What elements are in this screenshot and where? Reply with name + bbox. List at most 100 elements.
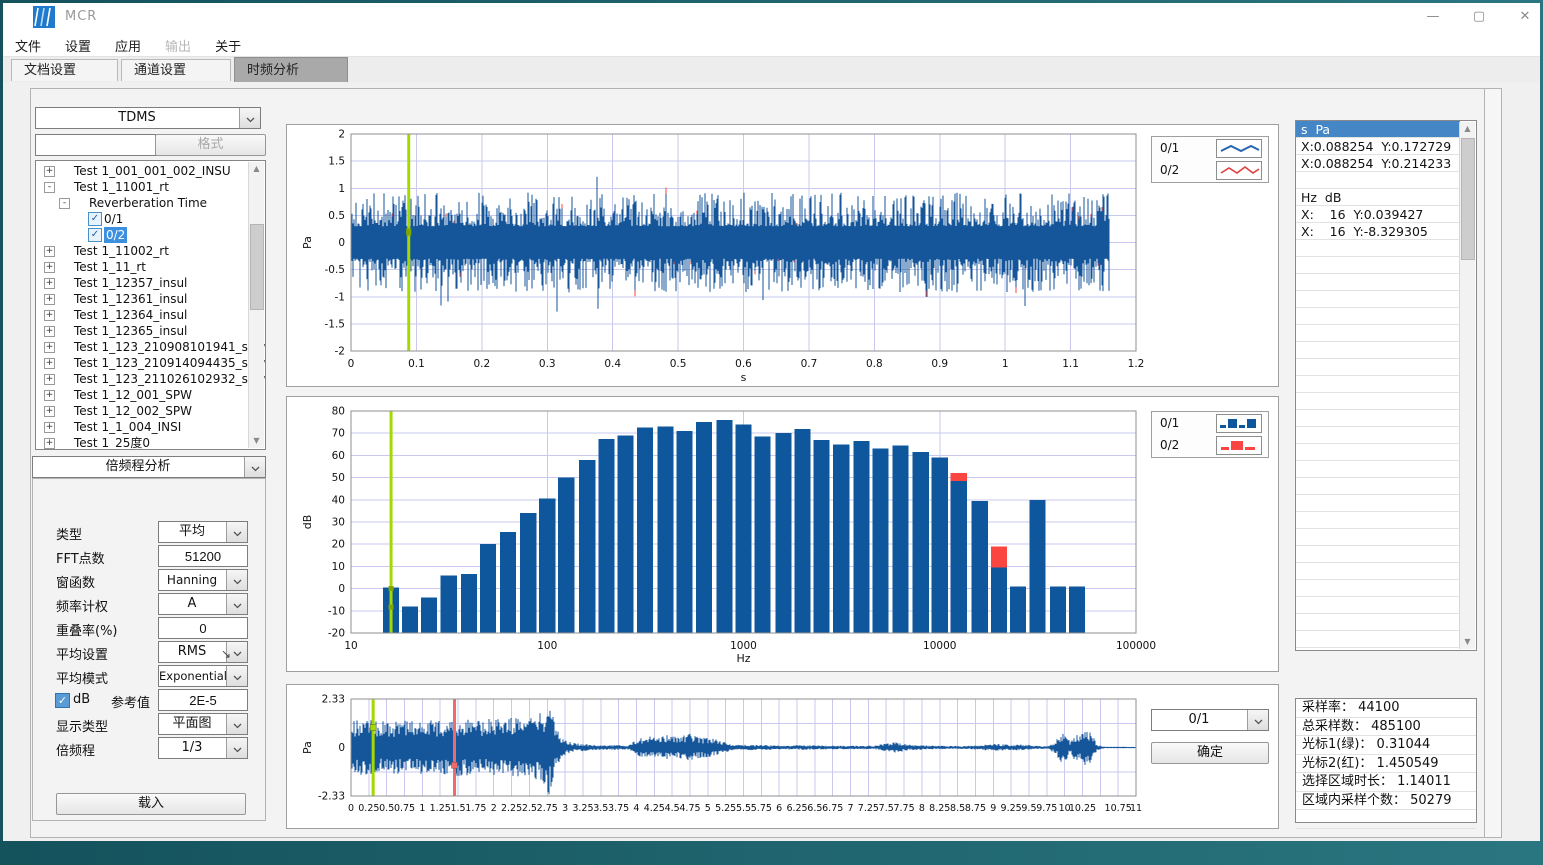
readout-row[interactable] (1296, 478, 1460, 495)
scroll-down-icon[interactable]: ▼ (1460, 635, 1475, 649)
load-button[interactable]: 载入 (56, 793, 246, 815)
expand-icon[interactable]: + (44, 358, 55, 369)
expand-icon[interactable]: + (44, 326, 55, 337)
maximize-button[interactable]: ▢ (1464, 7, 1494, 27)
expand-icon[interactable]: + (44, 278, 55, 289)
expand-icon[interactable]: + (44, 166, 55, 177)
window-fn-dropdown[interactable]: Hanning (158, 569, 248, 591)
line-series-icon[interactable] (1216, 139, 1262, 158)
expand-icon[interactable]: + (44, 406, 55, 417)
tree-item[interactable]: ✓0/2 (36, 227, 249, 243)
expand-icon[interactable]: + (44, 246, 55, 257)
format-button[interactable]: 格式 (155, 134, 266, 156)
readout-row[interactable] (1296, 529, 1460, 546)
readout-row[interactable] (1296, 376, 1460, 393)
collapse-icon[interactable]: - (59, 198, 70, 209)
readout-row[interactable] (1296, 257, 1460, 274)
tree-item[interactable]: +Test 1_123_210908101941_spw (36, 339, 249, 355)
readout-row[interactable] (1296, 393, 1460, 410)
menu-item-0[interactable]: 文件 (3, 34, 53, 57)
readout-row[interactable] (1296, 546, 1460, 563)
readout-row[interactable] (1296, 614, 1460, 631)
close-button[interactable]: ✕ (1510, 7, 1540, 27)
readout-row[interactable] (1296, 563, 1460, 580)
list-scrollbar[interactable]: ▲ ▼ (1459, 122, 1475, 649)
display-type-dropdown[interactable]: 平面图 (158, 713, 248, 735)
readout-row[interactable] (1296, 461, 1460, 478)
menu-item-1[interactable]: 设置 (53, 34, 103, 57)
tree-item[interactable]: +Test 1_25度0 (36, 435, 249, 450)
tree-item[interactable]: +Test 1_12357_insul (36, 275, 249, 291)
scroll-up-icon[interactable]: ▲ (1460, 122, 1475, 136)
tree-item[interactable]: +Test 1_12361_insul (36, 291, 249, 307)
scroll-up-icon[interactable]: ▲ (249, 162, 264, 176)
readout-row[interactable] (1296, 495, 1460, 512)
scroll-down-icon[interactable]: ▼ (249, 434, 264, 448)
expand-icon[interactable]: + (44, 294, 55, 305)
search-input[interactable] (35, 134, 156, 156)
expand-icon[interactable]: + (44, 342, 55, 353)
readout-row[interactable] (1296, 580, 1460, 597)
tree-scroll-thumb[interactable] (250, 224, 264, 310)
octave-dropdown[interactable]: 1/3 (158, 737, 248, 759)
avg-setting-dropdown[interactable]: RMS (158, 641, 248, 663)
tree-item[interactable]: +Test 1_123_210914094435_spw (36, 355, 249, 371)
readout-row[interactable] (1296, 512, 1460, 529)
legend-row[interactable]: 0/1 (1152, 137, 1268, 159)
tree-item[interactable]: +Test 1_12365_insul (36, 323, 249, 339)
octave-spectrum-plot[interactable]: 1010010001000010000080706050403020100-10… (287, 397, 1278, 671)
readout-row[interactable] (1296, 631, 1460, 648)
tree-item[interactable]: -Reverberation Time (36, 195, 249, 211)
bar-series-icon[interactable] (1216, 414, 1262, 433)
channel-checkbox[interactable]: ✓ (88, 212, 102, 226)
type-dropdown[interactable]: 平均 (158, 521, 248, 543)
expand-icon[interactable]: + (44, 262, 55, 273)
fft-points-input[interactable] (158, 545, 248, 567)
readout-row[interactable] (1296, 342, 1460, 359)
full-waveform-plot[interactable]: 00.250.50.7511.251.51.7522.252.52.7533.2… (287, 685, 1278, 828)
bar-series-icon[interactable] (1216, 436, 1262, 455)
readout-row[interactable] (1296, 359, 1460, 376)
legend-row[interactable]: 0/2 (1152, 159, 1268, 181)
readout-row[interactable] (1296, 240, 1460, 257)
menu-item-2[interactable]: 应用 (103, 34, 153, 57)
tab-0[interactable]: 文档设置 (11, 59, 118, 81)
avg-mode-dropdown[interactable]: Exponential (158, 665, 248, 687)
tree-item[interactable]: +Test 1_123_211026102932_spw (36, 371, 249, 387)
channel-checkbox[interactable]: ✓ (88, 228, 102, 242)
reference-value-input[interactable] (158, 689, 248, 711)
readout-row[interactable] (1296, 291, 1460, 308)
tree-item[interactable]: ✓0/1 (36, 211, 249, 227)
tree-item[interactable]: +Test 1_001_001_002_INSU (36, 163, 249, 179)
db-checkbox[interactable]: ✓ (55, 693, 70, 708)
list-scroll-thumb[interactable] (1461, 138, 1475, 260)
readout-row[interactable] (1296, 427, 1460, 444)
legend-row[interactable]: 0/2 (1152, 434, 1268, 456)
readout-row[interactable] (1296, 274, 1460, 291)
expand-icon[interactable]: + (44, 374, 55, 385)
line-series-icon[interactable] (1216, 161, 1262, 180)
readout-row[interactable]: X: 16 Y:0.039427 (1296, 206, 1460, 223)
minimize-button[interactable]: — (1418, 7, 1448, 27)
tree-item[interactable]: +Test 1_12364_insul (36, 307, 249, 323)
time-waveform-plot[interactable]: 00.10.20.30.40.50.60.70.80.911.11.221.51… (287, 125, 1278, 386)
overlap-input[interactable] (158, 617, 248, 639)
readout-row[interactable]: X:0.088254 Y:0.172729 (1296, 138, 1460, 155)
readout-row[interactable] (1296, 410, 1460, 427)
right-scroll-strip[interactable] (1484, 88, 1502, 838)
collapse-icon[interactable]: - (44, 182, 55, 193)
tree-item[interactable]: -Test 1_11001_rt (36, 179, 249, 195)
readout-row[interactable]: X: 16 Y:-8.329305 (1296, 223, 1460, 240)
tree-item[interactable]: +Test 1_11002_rt (36, 243, 249, 259)
tab-2[interactable]: 时频分析 (234, 57, 348, 82)
tree-item[interactable]: +Test 1_12_002_SPW (36, 403, 249, 419)
readout-row[interactable] (1296, 325, 1460, 342)
analysis-type-dropdown[interactable]: 倍频程分析 (32, 456, 266, 478)
file-format-dropdown[interactable]: TDMS (35, 107, 261, 129)
tree-item[interactable]: +Test 1_11_rt (36, 259, 249, 275)
legend-row[interactable]: 0/1 (1152, 412, 1268, 434)
readout-row[interactable] (1296, 597, 1460, 614)
tree-item[interactable]: +Test 1_1_004_INSI (36, 419, 249, 435)
expand-icon[interactable]: + (44, 438, 55, 449)
readout-row[interactable] (1296, 172, 1460, 189)
